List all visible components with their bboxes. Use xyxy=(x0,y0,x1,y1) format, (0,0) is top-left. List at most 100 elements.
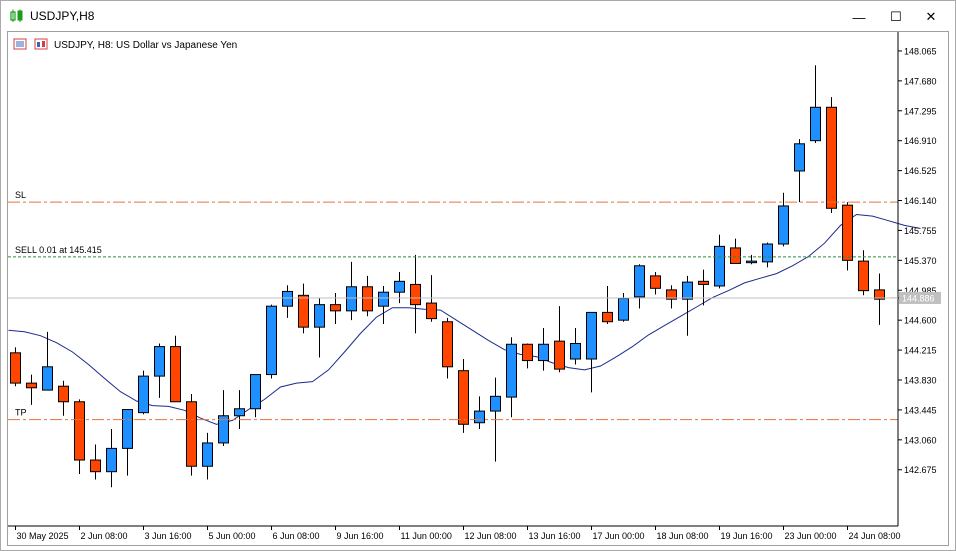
price-tick-label: 145.755 xyxy=(904,226,937,236)
candle-body xyxy=(746,260,757,264)
candle[interactable] xyxy=(842,202,853,271)
candle-body xyxy=(426,302,437,320)
price-tick-label: 148.065 xyxy=(904,46,937,56)
price-tick-label: 146.910 xyxy=(904,136,937,146)
candle-body xyxy=(522,343,533,362)
candle-body xyxy=(26,382,37,389)
chart-list-icon[interactable] xyxy=(13,38,27,50)
price-tick-label: 143.445 xyxy=(904,405,937,415)
chart-area[interactable]: SL SELL 0.01 at 145.415 TP 148.065 147.680 1… xyxy=(7,31,949,546)
candle-body xyxy=(330,304,341,312)
candle-body xyxy=(42,366,53,391)
time-tick-label: 9 Jun 16:00 xyxy=(337,531,384,541)
candle-body xyxy=(186,401,197,467)
price-tick-label: 143.060 xyxy=(904,435,937,445)
candle[interactable] xyxy=(138,370,149,415)
price-tick-label: 142.675 xyxy=(904,465,937,475)
candle-body xyxy=(506,343,517,398)
price-tick-label: 146.525 xyxy=(904,166,937,176)
candle-body xyxy=(314,304,325,328)
candle-body xyxy=(10,352,21,384)
sell-order-line-label: SELL 0.01 at 145.415 xyxy=(15,245,102,255)
candle-body xyxy=(554,340,565,370)
price-tick-label: 144.215 xyxy=(904,346,937,356)
time-tick-label: 23 Jun 00:00 xyxy=(785,531,837,541)
time-tick-label: 19 Jun 16:00 xyxy=(721,531,773,541)
candle-body xyxy=(650,275,661,289)
candle-body xyxy=(138,375,149,414)
time-tick-label: 6 Jun 08:00 xyxy=(273,531,320,541)
candle[interactable] xyxy=(266,304,277,379)
price-tick-label: 143.830 xyxy=(904,376,937,386)
candle-body xyxy=(154,346,165,377)
candle-body xyxy=(858,260,869,292)
candle-body xyxy=(362,286,373,312)
candle-body xyxy=(74,401,85,461)
candle-body xyxy=(106,447,117,473)
candle-body xyxy=(714,245,725,287)
time-tick-label: 11 Jun 00:00 xyxy=(401,531,452,541)
price-tick-label: 147.295 xyxy=(904,106,937,116)
title-bar[interactable]: USDJPY,H8 — ☐ ✕ xyxy=(1,1,955,31)
tp-line-label: TP xyxy=(15,408,27,418)
candle-body xyxy=(490,395,501,412)
candlestick-chart-icon xyxy=(10,9,23,22)
plot-area xyxy=(8,32,898,526)
minimize-button[interactable]: — xyxy=(844,6,874,28)
candle-body xyxy=(122,409,133,449)
price-badge: 144.886 xyxy=(902,293,935,303)
time-tick-label: 3 Jun 16:00 xyxy=(145,531,192,541)
candle-body xyxy=(346,286,357,312)
time-tick-label: 24 Jun 08:00 xyxy=(849,531,901,541)
candle-body xyxy=(58,385,69,403)
candle-body xyxy=(682,281,693,300)
candle-body xyxy=(458,370,469,425)
candle-body xyxy=(266,305,277,376)
sl-line-label: SL xyxy=(15,190,26,200)
candle-body xyxy=(570,342,581,360)
maximize-button[interactable]: ☐ xyxy=(881,6,911,28)
candle-body xyxy=(730,247,741,264)
candle-body xyxy=(810,106,821,142)
candle-body xyxy=(170,346,181,403)
candle-body xyxy=(298,294,309,328)
candle-body xyxy=(234,408,245,417)
candle-body xyxy=(250,374,261,410)
time-tick-label: 13 Jun 16:00 xyxy=(529,531,581,541)
candle-body xyxy=(90,459,101,473)
candle-body xyxy=(698,280,709,285)
candle-body xyxy=(602,311,613,323)
candle[interactable] xyxy=(186,393,197,476)
candle-body xyxy=(202,442,213,467)
time-tick-label: 18 Jun 08:00 xyxy=(657,531,709,541)
chart-header: USDJPY, H8: US Dollar vs Japanese Yen xyxy=(54,40,237,51)
time-tick-label: 30 May 2025 xyxy=(17,531,69,541)
candle-body xyxy=(794,143,805,172)
close-button[interactable]: ✕ xyxy=(916,6,946,28)
candle-body xyxy=(842,204,853,261)
price-chart[interactable]: SL SELL 0.01 at 145.415 TP 148.065 147.680 1… xyxy=(8,32,948,545)
window-title: USDJPY,H8 xyxy=(30,9,95,23)
candle-body xyxy=(442,321,453,368)
candle-body xyxy=(394,280,405,293)
price-tick-label: 144.600 xyxy=(904,316,937,326)
price-tick-label: 145.370 xyxy=(904,256,937,266)
candle-body xyxy=(634,265,645,298)
price-tick-label: 146.140 xyxy=(904,196,937,206)
candle-body xyxy=(826,106,837,209)
candle-body xyxy=(586,311,597,360)
time-tick-label: 2 Jun 08:00 xyxy=(81,531,128,541)
price-tick-label: 147.680 xyxy=(904,76,937,86)
candle-body xyxy=(474,410,485,424)
candle[interactable] xyxy=(10,347,21,387)
candle-body xyxy=(778,205,789,245)
candle-body xyxy=(538,343,549,362)
candle-body xyxy=(762,243,773,263)
time-tick-label: 5 Jun 00:00 xyxy=(209,531,256,541)
time-tick-label: 12 Jun 08:00 xyxy=(465,531,517,541)
time-tick-label: 17 Jun 00:00 xyxy=(593,531,645,541)
symbol-chart-icon[interactable] xyxy=(34,38,48,50)
candle-body xyxy=(282,290,293,307)
candle[interactable] xyxy=(826,97,837,213)
candle-body xyxy=(410,283,421,306)
